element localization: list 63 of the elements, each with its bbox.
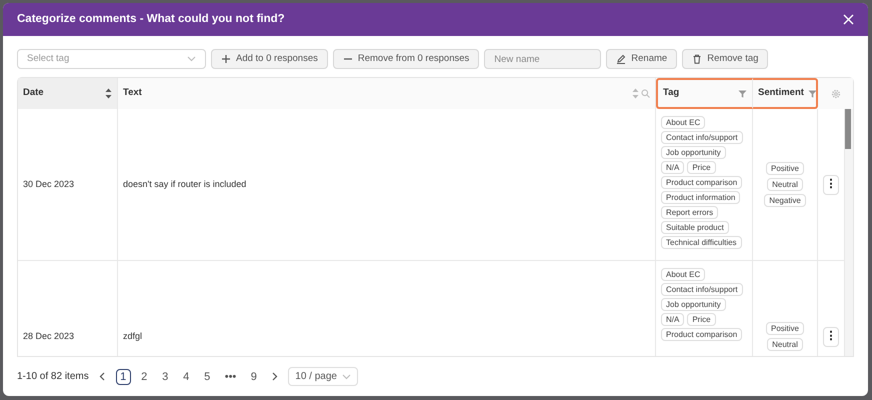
page-button[interactable]: 1: [116, 368, 131, 384]
tag-chip[interactable]: Product comparison: [661, 328, 742, 341]
tag-chip[interactable]: About EC: [661, 268, 706, 281]
tag-chip[interactable]: Product comparison: [661, 176, 742, 189]
toolbar-button[interactable]: Remove from 0 responses: [332, 49, 480, 69]
toolbar-button[interactable]: Add to 0 responses: [211, 49, 328, 69]
text-cell: zdfgl: [118, 261, 656, 356]
sentiment-chip[interactable]: Negative: [764, 194, 806, 207]
name-field[interactable]: New name: [484, 49, 602, 69]
tag-chip[interactable]: Suitable product: [661, 221, 729, 234]
page-button[interactable]: 5: [200, 368, 215, 384]
tag-chip[interactable]: Job opportunity: [661, 298, 726, 311]
tag-chip[interactable]: Technical difficulties: [661, 236, 742, 249]
page-button[interactable]: 9: [246, 368, 262, 384]
tag-chip[interactable]: Price: [687, 161, 716, 174]
plus-icon: [221, 54, 231, 64]
trash-icon: [692, 54, 702, 64]
chevron-down-icon: [187, 56, 196, 62]
date-cell: 30 Dec 2023: [18, 109, 118, 261]
search-icon: [641, 89, 650, 98]
text-cell: doesn't say if router is included: [118, 109, 656, 261]
page-button[interactable]: 2: [136, 368, 152, 384]
column-header: Date: [18, 78, 118, 109]
more-button[interactable]: ⋮: [823, 326, 839, 346]
sort-icon: [632, 88, 638, 99]
pencil-icon: [616, 54, 626, 64]
sentiment-chip[interactable]: Positive: [766, 322, 804, 335]
chevron-right-icon: [272, 372, 278, 382]
sort-icon: [105, 88, 112, 99]
tag-chip[interactable]: Job opportunity: [661, 146, 726, 159]
scrollbar-thumb[interactable]: [845, 109, 851, 149]
settings-icon: [830, 88, 840, 98]
tag-chip[interactable]: Report errors: [661, 206, 718, 219]
tag-chip[interactable]: About EC: [661, 116, 706, 129]
more-button[interactable]: ⋮: [823, 174, 839, 194]
toolbar-button[interactable]: Remove tag: [682, 49, 768, 69]
sentiment-chip[interactable]: Neutral: [767, 178, 803, 191]
close-button[interactable]: [843, 14, 854, 25]
tag-chip[interactable]: N/A: [661, 313, 684, 326]
column-header: Sentiment: [753, 78, 818, 109]
column-header: Text: [118, 78, 656, 109]
tag-chip[interactable]: Price: [687, 313, 716, 326]
dialog-title: Categorize comments - What could you not find?: [17, 12, 285, 27]
chevron-down-icon: [342, 374, 351, 380]
sentiment-chip[interactable]: Neutral: [767, 338, 803, 351]
page-button[interactable]: 3: [158, 368, 173, 384]
pagination-summary: 1-10 of 82 items: [17, 370, 89, 384]
tag-chip[interactable]: Contact info/support: [661, 131, 743, 144]
filter-icon: [808, 90, 817, 98]
close-icon: [843, 14, 854, 25]
tag-chip[interactable]: Product information: [661, 191, 740, 204]
filter-icon: [738, 90, 747, 98]
column-header: Tag: [656, 78, 753, 109]
scrollbar-track[interactable]: [845, 109, 853, 356]
chevron-left-icon: [99, 372, 106, 382]
page-button[interactable]: •••: [220, 368, 240, 384]
toolbar-button[interactable]: Rename: [606, 49, 678, 69]
tag-chip[interactable]: Contact info/support: [661, 283, 743, 296]
page-size-select[interactable]: 10 / page: [288, 367, 358, 386]
sentiment-chip[interactable]: Positive: [766, 162, 804, 175]
tag-chip[interactable]: N/A: [661, 161, 684, 174]
date-cell: 28 Dec 2023: [18, 261, 118, 356]
page-button[interactable]: 4: [178, 368, 194, 384]
